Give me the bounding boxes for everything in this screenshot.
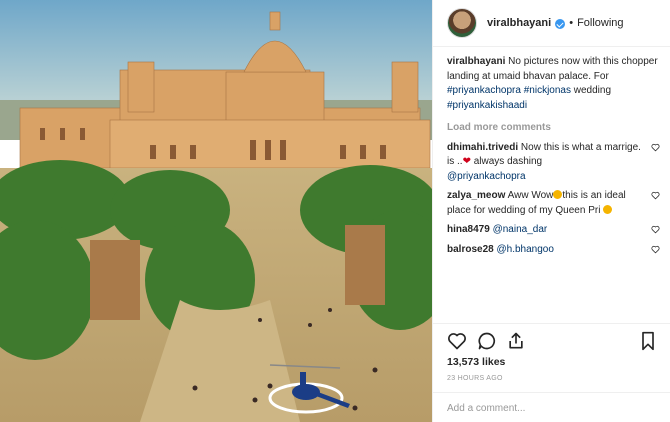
like-comment-heart-icon[interactable]	[651, 245, 660, 254]
crying-emoji	[603, 204, 613, 214]
comment-username[interactable]: balrose28	[447, 244, 494, 255]
actions-divider	[433, 323, 670, 324]
avatar[interactable]	[447, 8, 477, 38]
comment-row: balrose28 @h.bhangoo	[447, 243, 660, 258]
comment-mention[interactable]: @priyankachopra	[447, 171, 526, 182]
caption: viralbhayani No pictures now with this c…	[447, 55, 660, 113]
comment-text-cont: always dashing	[470, 156, 543, 167]
hashtag-priyankakishaadi[interactable]: #priyankakishaadi	[447, 100, 527, 111]
comment-username[interactable]: dhimahi.trivedi	[447, 142, 518, 153]
red-heart-emoji: ❤	[462, 156, 471, 167]
heart-icon[interactable]	[447, 331, 467, 351]
like-comment-heart-icon[interactable]	[651, 191, 660, 200]
comment-mention[interactable]: @h.bhangoo	[496, 244, 553, 255]
comment-icon[interactable]	[477, 331, 497, 351]
comment-mention[interactable]: @naina_dar	[493, 224, 548, 235]
post-header: viralbhayani • Following	[433, 0, 670, 47]
comment-row: hina8479 @naina_dar	[447, 223, 660, 238]
post-side-panel: viralbhayani • Following viralbhayani No…	[432, 0, 670, 422]
load-more-comments-button[interactable]: Load more comments	[447, 121, 660, 136]
hashtag-nickjonas[interactable]: #nickjonas	[524, 85, 571, 96]
like-comment-heart-icon[interactable]	[651, 143, 660, 152]
caption-word: wedding	[573, 85, 612, 96]
hashtag-priyankachopra[interactable]: #priyankachopra	[447, 85, 521, 96]
comment-row: dhimahi.trivedi Now this is what a marri…	[447, 141, 660, 185]
following-button[interactable]: Following	[577, 17, 623, 29]
likes-count[interactable]: 13,573 likes	[447, 356, 505, 368]
share-icon[interactable]	[506, 331, 526, 351]
caption-username[interactable]: viralbhayani	[447, 56, 505, 67]
verified-badge-icon	[555, 19, 566, 29]
like-comment-heart-icon[interactable]	[651, 225, 660, 234]
comment-username[interactable]: zalya_meow	[447, 190, 505, 201]
bookmark-icon[interactable]	[639, 331, 657, 351]
comments-section: viralbhayani No pictures now with this c…	[447, 55, 660, 262]
post-timestamp: 23 HOURS AGO	[447, 375, 503, 382]
add-comment-input[interactable]: Add a comment...	[433, 392, 670, 422]
comment-username[interactable]: hina8479	[447, 224, 490, 235]
comment-row: zalya_meow Aww Wow this is an ideal place…	[447, 189, 660, 218]
username-link[interactable]: viralbhayani	[487, 17, 551, 29]
comment-text: Aww Wow	[507, 190, 554, 201]
post-photo[interactable]	[0, 0, 432, 422]
separator-dot: •	[569, 17, 574, 29]
